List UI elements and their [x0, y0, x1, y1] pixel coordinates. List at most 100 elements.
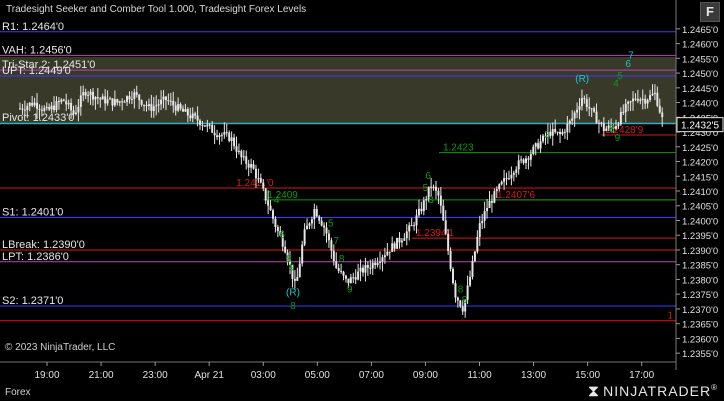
candle-body [65, 100, 68, 105]
candle-body [172, 100, 175, 106]
candle-body [500, 181, 503, 185]
candle-body [386, 251, 389, 256]
y-tick-label: 1.2455'0 [682, 54, 718, 65]
candle-body [469, 276, 472, 286]
candle-body [568, 120, 571, 124]
candle-body [332, 250, 335, 262]
candle-body [595, 111, 598, 124]
candle-body [359, 267, 362, 272]
candle-body [123, 101, 126, 103]
candle-body [551, 129, 554, 136]
candle-body [274, 218, 277, 228]
level-label: VAH: 1.2456'0 [2, 44, 72, 56]
candle-body [442, 205, 445, 221]
candle-body [330, 240, 333, 251]
candle-body [381, 257, 384, 262]
candle-body [315, 209, 318, 217]
y-tick-label: 1.2355'0 [682, 349, 718, 360]
candle-body [155, 105, 158, 107]
x-tick-label: 05:00 [305, 370, 330, 381]
candle-body [493, 191, 496, 203]
candle-body [347, 278, 350, 284]
price-chart[interactable]: R1: 1.2464'0VAH: 1.2456'0Tri-Star 2: 1.2… [0, 0, 724, 401]
candle-body [340, 271, 343, 273]
candle-body [566, 123, 569, 133]
candle-body [396, 237, 399, 249]
x-tick-label: 13:00 [521, 370, 546, 381]
candle-body [72, 110, 75, 115]
candle-body [50, 105, 53, 110]
candle-body [456, 297, 459, 301]
candle-body [563, 131, 566, 133]
candle-body [313, 209, 316, 220]
candle-body [201, 125, 204, 127]
candle-body [425, 199, 428, 201]
setup-count-label: 9 [347, 285, 353, 296]
candle-body [235, 146, 238, 152]
candle-body [371, 262, 374, 269]
candle-body [99, 98, 102, 100]
candle-body [515, 169, 518, 173]
setup-count-label: 9 [615, 133, 621, 144]
candle-body [634, 98, 637, 100]
y-tick-label: 1.2400'0 [682, 216, 718, 227]
y-tick-label: 1.2440'0 [682, 99, 718, 110]
candle-body [250, 164, 253, 168]
candle-body [622, 111, 625, 113]
candle-body [554, 129, 557, 132]
candle-body [505, 178, 508, 180]
candle-body [228, 132, 231, 142]
candle-body [143, 104, 146, 106]
candle-body [247, 163, 250, 168]
y-tick-label: 1.2380'0 [682, 275, 718, 286]
candle-body [94, 97, 97, 100]
candle-body [405, 231, 408, 239]
candle-body [658, 105, 661, 113]
candle-body [320, 220, 323, 226]
format-button[interactable]: F [700, 2, 720, 22]
candle-body [337, 268, 340, 272]
level-label: LPT: 1.2386'0 [2, 251, 69, 263]
candle-body [196, 115, 199, 121]
candle-body [656, 92, 659, 106]
candle-body [296, 277, 299, 281]
setup-count-label: 5 [328, 218, 334, 229]
candle-body [101, 96, 104, 100]
y-tick-label: 1.2465'0 [682, 25, 718, 36]
candle-body [45, 106, 48, 109]
candle-body [576, 109, 579, 113]
candle-body [437, 190, 440, 196]
y-tick-label: 1.2425'0 [682, 143, 718, 154]
candle-body [298, 263, 301, 278]
candle-body [140, 100, 143, 105]
y-tick-label: 1.2375'0 [682, 290, 718, 301]
candle-body [619, 111, 622, 125]
candle-body [379, 261, 382, 263]
candle-body [77, 106, 80, 113]
candle-body [376, 262, 379, 266]
candle-body [478, 223, 481, 237]
candle-body [177, 104, 180, 111]
candle-body [415, 215, 418, 226]
candle-body [225, 132, 228, 134]
candle-body [126, 96, 129, 102]
x-tick-label: Apr 21 [194, 370, 224, 381]
candle-body [301, 244, 304, 264]
candle-body [561, 131, 564, 135]
candle-body [632, 98, 635, 102]
candle-body [318, 216, 321, 221]
candle-body [191, 113, 194, 119]
candle-body [213, 132, 216, 136]
candle-body [48, 106, 51, 110]
candle-body [327, 233, 330, 241]
candle-body [583, 98, 586, 100]
candle-body [486, 208, 489, 212]
setup-count-label: 7 [333, 236, 339, 247]
level-label: 1.2411'0 [236, 178, 274, 189]
candle-body [391, 243, 394, 252]
candle-body [417, 208, 420, 216]
candle-body [529, 153, 532, 160]
candle-body [128, 96, 131, 100]
candle-body [87, 95, 90, 97]
candle-body [639, 99, 642, 101]
